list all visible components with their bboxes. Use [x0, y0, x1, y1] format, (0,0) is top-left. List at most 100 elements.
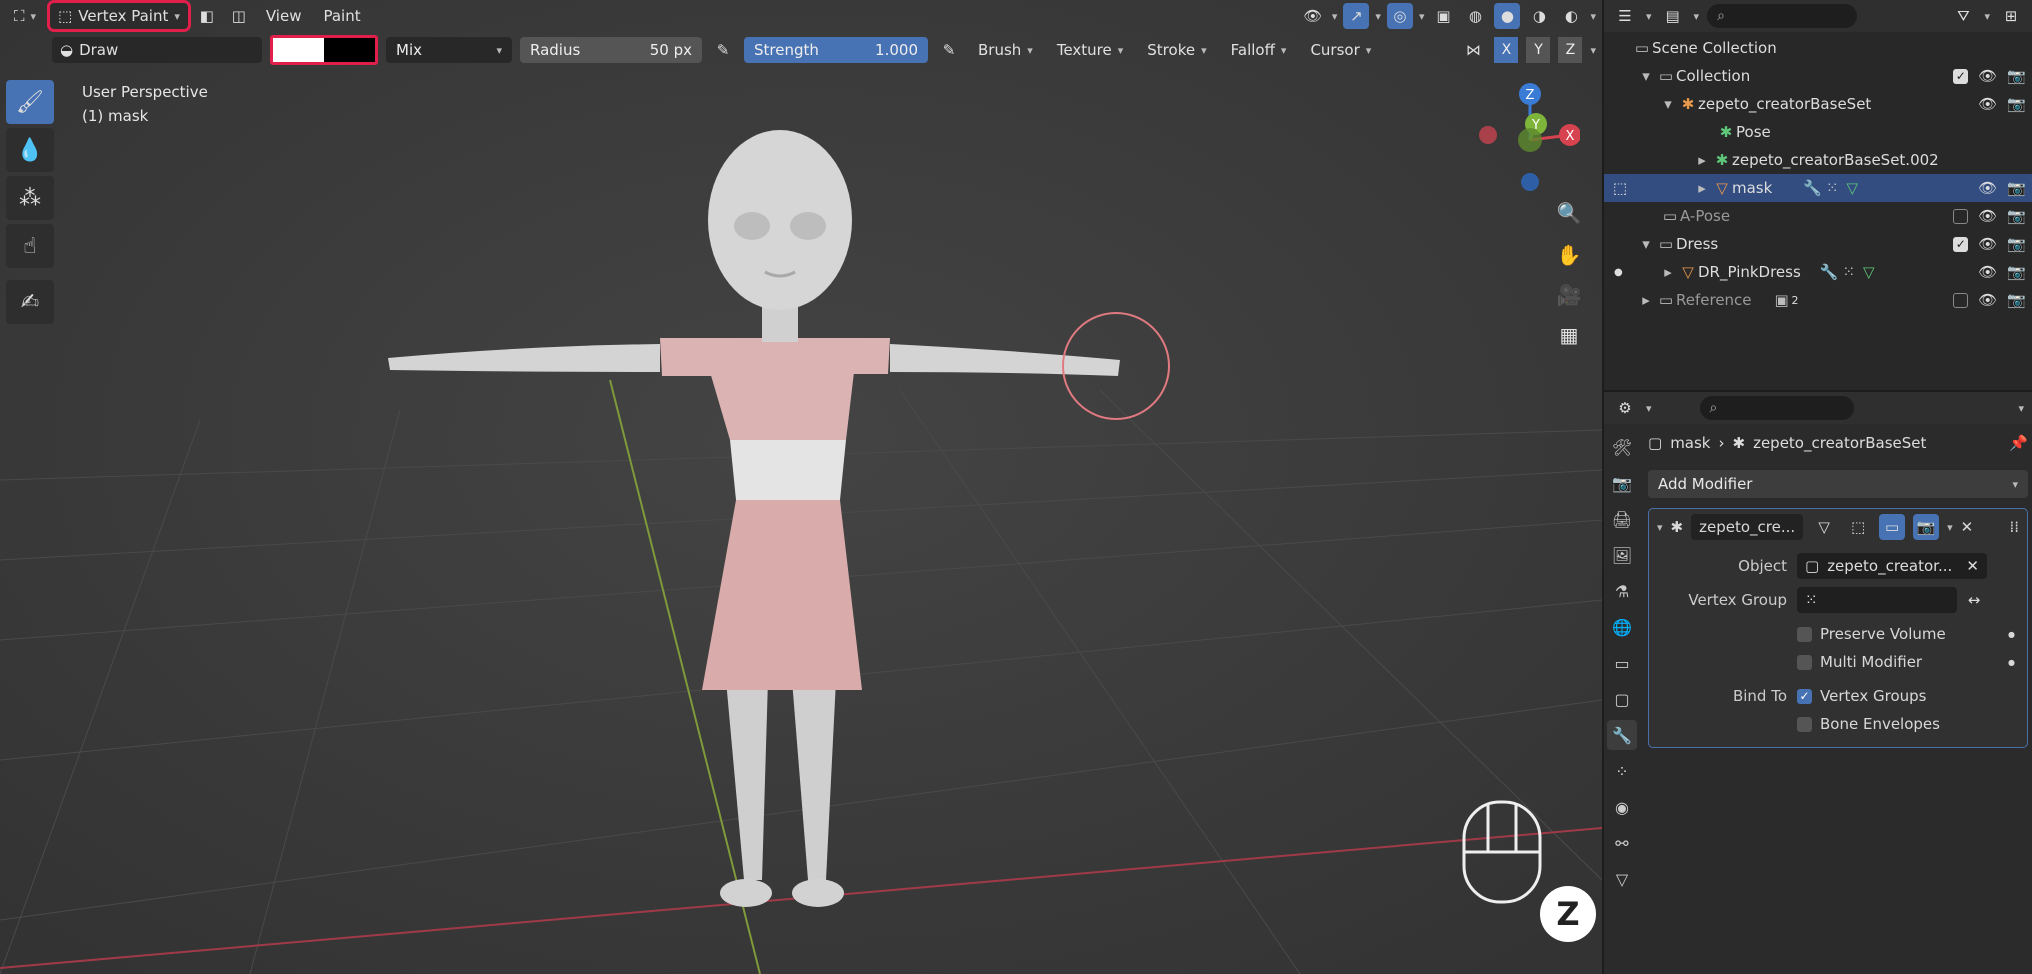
scene-tab-icon[interactable]: ⚗ [1607, 576, 1637, 606]
eye-icon[interactable]: 👁 [1978, 291, 1997, 309]
camera-icon[interactable]: 📷 [2007, 235, 2026, 253]
multi-modifier-checkbox[interactable] [1797, 654, 1812, 670]
gizmo-neg-z[interactable] [1521, 173, 1539, 191]
render-tab-icon[interactable]: 📷 [1607, 468, 1637, 498]
cursor-dropdown[interactable]: Cursor ▾ [1302, 37, 1379, 63]
camera-view-icon[interactable]: 🎥 [1552, 278, 1586, 312]
camera-icon[interactable]: 📷 [2007, 67, 2026, 85]
chevron-down-icon[interactable]: ▾ [1947, 521, 1953, 534]
data-tab-icon[interactable]: ▽ [1607, 864, 1637, 894]
realtime-display-icon[interactable]: ▭ [1879, 514, 1906, 540]
modifier-tab-icon[interactable]: 🔧 [1607, 720, 1637, 750]
chevron-down-icon[interactable]: ▾ [2018, 402, 2024, 415]
radius-pressure-icon[interactable]: ✎ [710, 37, 736, 63]
chevron-down-icon[interactable]: ▾ [1646, 402, 1652, 415]
perspective-toggle-icon[interactable]: ▦ [1552, 318, 1586, 352]
outliner-row-scene-collection[interactable]: ▭ Scene Collection [1604, 34, 2032, 62]
vertex-group-field[interactable]: ⁙ [1797, 587, 1957, 613]
expand-arrow-icon[interactable]: ▾ [1658, 95, 1678, 113]
outliner-row-pose[interactable]: ✱ Pose [1604, 118, 2032, 146]
eye-icon[interactable]: 👁 [1978, 67, 1997, 85]
shading-wireframe-icon[interactable]: ◍ [1462, 3, 1488, 29]
close-icon[interactable]: ✕ [1961, 518, 1974, 536]
camera-icon[interactable]: 📷 [2007, 179, 2026, 197]
color-swatches[interactable] [270, 35, 378, 65]
collapse-arrow-icon[interactable]: ▾ [1657, 521, 1663, 534]
chevron-down-icon[interactable]: ▾ [1590, 10, 1596, 23]
gizmo-neg-y[interactable] [1518, 128, 1542, 152]
object-field[interactable]: ▢ zepeto_creator... ✕ [1797, 553, 1987, 579]
vertex-select-icon[interactable]: ◫ [226, 3, 252, 29]
eye-icon[interactable]: 👁 [1978, 263, 1997, 281]
blend-mode-dropdown[interactable]: Mix ▾ [386, 37, 512, 63]
strength-field[interactable]: Strength 1.000 [744, 37, 928, 63]
mode-selector[interactable]: ⬚ Vertex Paint ▾ [47, 0, 191, 32]
mirror-z-toggle[interactable]: Z [1558, 37, 1583, 63]
primary-color-swatch[interactable] [273, 38, 324, 62]
menu-paint[interactable]: Paint [315, 3, 368, 29]
falloff-dropdown[interactable]: Falloff ▾ [1223, 37, 1295, 63]
physics-tab-icon[interactable]: ◉ [1607, 792, 1637, 822]
camera-icon[interactable]: 📷 [2007, 291, 2026, 309]
expand-arrow-icon[interactable]: ▸ [1658, 263, 1678, 281]
chevron-down-icon[interactable]: ▾ [1419, 10, 1425, 23]
menu-view[interactable]: View [258, 3, 310, 29]
exclude-checkbox[interactable]: ✓ [1953, 68, 1969, 84]
vertex-groups-checkbox[interactable]: ✓ [1797, 688, 1812, 704]
outliner-row-mask[interactable]: ⬚ ▸ ▽ mask 🔧 ⁙ ▽ 👁 📷 [1604, 174, 2032, 202]
outliner-search-input[interactable]: ⌕ [1707, 4, 1858, 28]
chevron-down-icon[interactable]: ▾ [1375, 10, 1381, 23]
filter-icon[interactable]: ⛛ [1950, 3, 1976, 29]
multi-modifier-row[interactable]: Multi Modifier ● [1649, 647, 2027, 677]
outliner-row-reference[interactable]: ▸ ▭ Reference ▣ 2 👁 📷 [1604, 286, 2032, 314]
exclude-checkbox[interactable] [1953, 208, 1969, 224]
world-tab-icon[interactable]: 🌐 [1607, 612, 1637, 642]
editor-type-icon[interactable]: ⚙ [1612, 395, 1638, 421]
view-layer-tab-icon[interactable]: 🖼 [1607, 540, 1637, 570]
chevron-down-icon[interactable]: ▾ [1646, 10, 1652, 23]
constraints-tab-icon[interactable]: ⚯ [1607, 828, 1637, 858]
preserve-volume-row[interactable]: Preserve Volume ● [1649, 619, 2027, 649]
draw-tool-icon[interactable]: 🖌 [6, 80, 54, 124]
gizmo-toggle-icon[interactable]: ↗ [1343, 3, 1370, 29]
brush-dropdown[interactable]: Brush ▾ [970, 37, 1041, 63]
brush-selector[interactable]: ◒ Draw [52, 37, 262, 63]
tool-tab-icon[interactable]: 🛠 [1607, 432, 1637, 462]
eye-icon[interactable]: 👁 [1978, 179, 1997, 197]
navigation-gizmo[interactable]: Z X Y [1470, 80, 1580, 200]
camera-icon[interactable]: 📷 [2007, 95, 2026, 113]
eye-icon[interactable]: 👁 [1978, 235, 1997, 253]
mirror-y-toggle[interactable]: Y [1526, 37, 1551, 63]
properties-search-input[interactable]: ⌕ [1699, 396, 1854, 420]
viewport-scene[interactable] [0, 0, 1602, 974]
annotate-tool-icon[interactable]: ✍ [6, 280, 54, 324]
paint-mask-icon[interactable]: ◧ [194, 3, 220, 29]
clear-icon[interactable]: ✕ [1966, 557, 1979, 575]
output-tab-icon[interactable]: 🖨 [1607, 504, 1637, 534]
add-modifier-button[interactable]: Add Modifier ▾ [1648, 470, 2028, 498]
bone-envelopes-checkbox[interactable] [1797, 716, 1812, 732]
symmetry-icon[interactable]: ⋈ [1460, 37, 1486, 63]
gizmo-neg-x[interactable] [1479, 126, 1497, 144]
camera-icon[interactable]: 📷 [2007, 207, 2026, 225]
edit-mode-icon[interactable]: ⬚ [1845, 514, 1871, 540]
blur-tool-icon[interactable]: 💧 [6, 128, 54, 172]
exclude-checkbox[interactable]: ✓ [1953, 236, 1969, 252]
display-mode-icon[interactable]: ☰ [1612, 3, 1638, 29]
pin-icon[interactable]: 📌 [2009, 434, 2028, 452]
smear-tool-icon[interactable]: ☝ [6, 224, 54, 268]
visibility-icon[interactable]: 👁 [1300, 3, 1326, 29]
outliner-row-pink-dress[interactable]: ● ▸ ▽ DR_PinkDress 🔧 ⁙ ▽ 👁 📷 [1604, 258, 2032, 286]
expand-arrow-icon[interactable]: ▾ [1636, 67, 1656, 85]
bone-envelopes-row[interactable]: Bone Envelopes [1649, 709, 2027, 739]
secondary-color-swatch[interactable] [324, 38, 375, 62]
render-display-icon[interactable]: 📷 [1913, 514, 1940, 540]
filter-view-icon[interactable]: ▤ [1660, 3, 1686, 29]
edit-cage-icon[interactable]: ▽ [1811, 514, 1837, 540]
eye-icon[interactable]: 👁 [1978, 95, 1997, 113]
strength-pressure-icon[interactable]: ✎ [936, 37, 962, 63]
new-collection-icon[interactable]: ⊞ [1998, 3, 2024, 29]
shading-material-icon[interactable]: ◑ [1526, 3, 1552, 29]
outliner-row-collection[interactable]: ▾ ▭ Collection ✓ 👁 📷 [1604, 62, 2032, 90]
pan-hand-icon[interactable]: ✋ [1552, 238, 1586, 272]
